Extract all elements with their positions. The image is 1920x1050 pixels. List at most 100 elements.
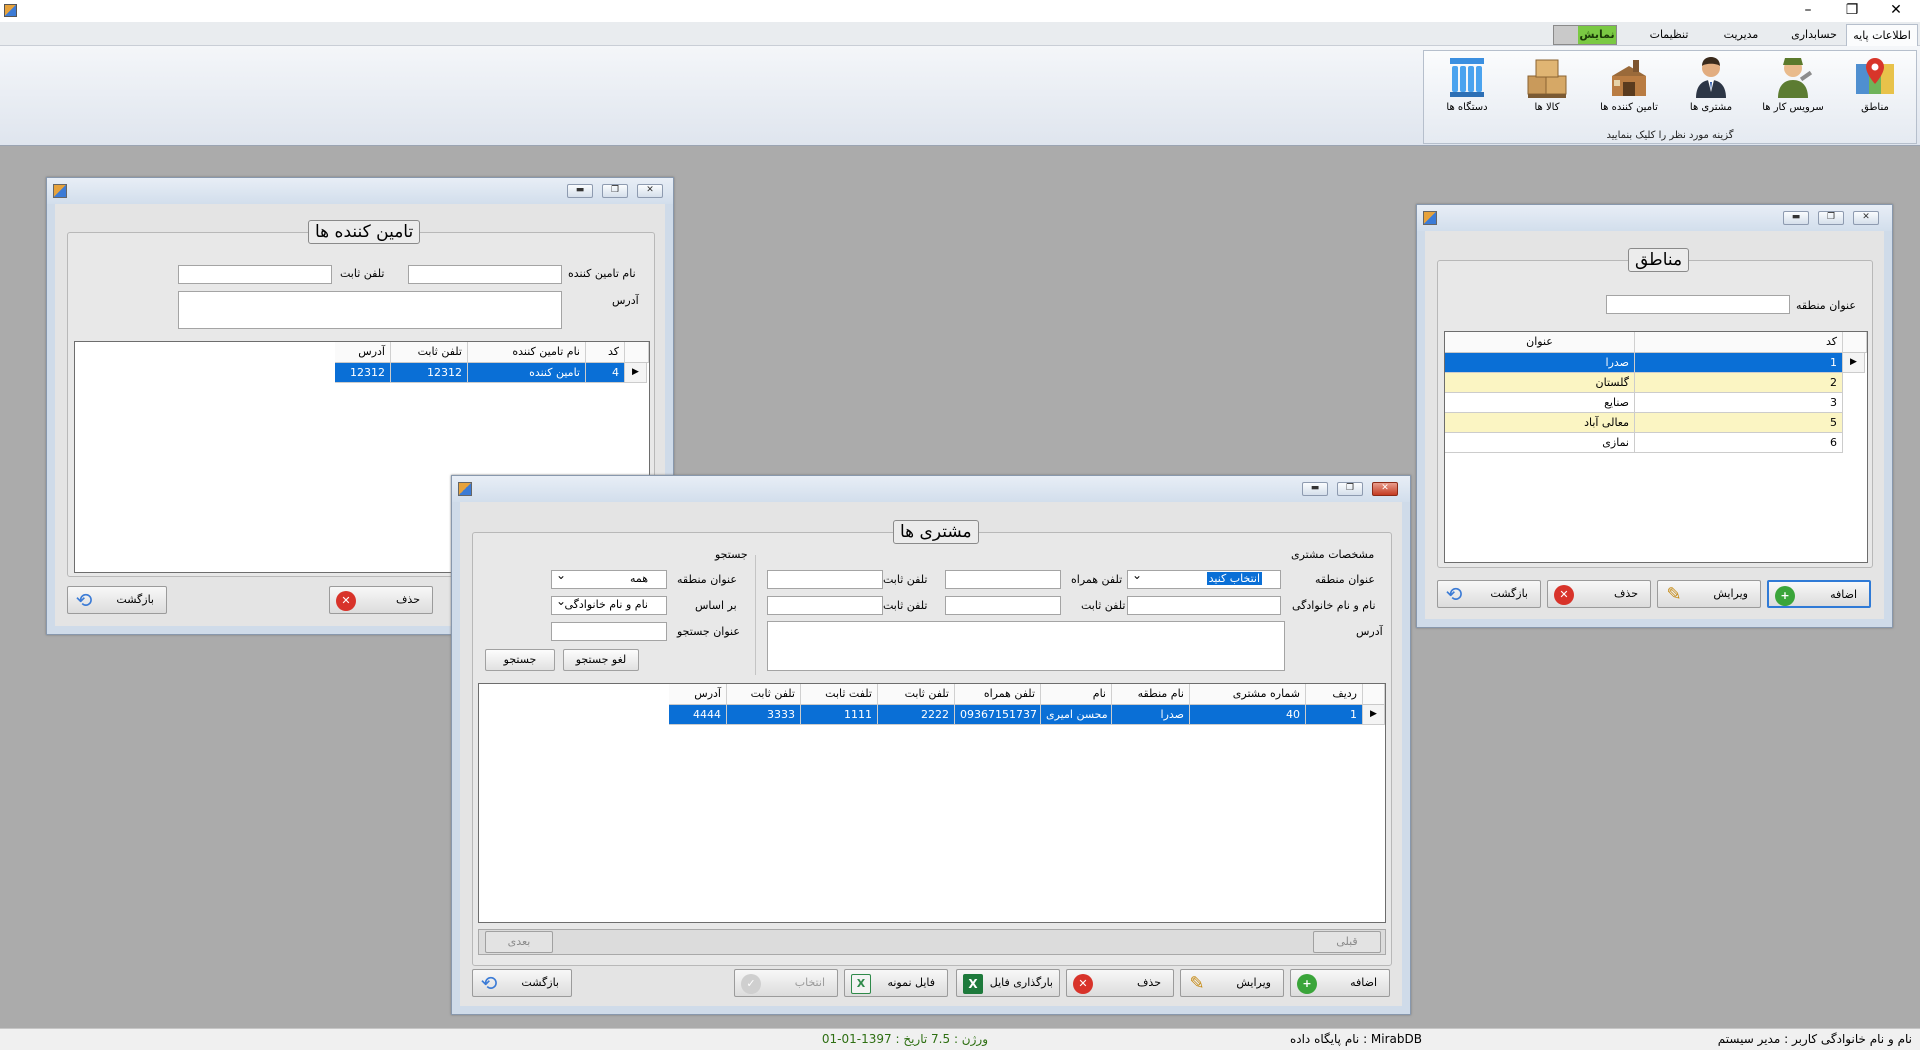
prev-page-button[interactable]: قبلی (1313, 931, 1381, 953)
show-toggle-label: نمایش (1578, 26, 1616, 44)
region-select[interactable]: انتخاب کنید (1127, 568, 1281, 589)
ribbon-button-technicians[interactable]: سرویس کار ها (1758, 52, 1828, 124)
regions-grid[interactable]: کد عنوان ▶ 1 صدرا 2 گلستان 3 صنایع 5 معا… (1444, 331, 1868, 563)
region-title-input[interactable] (1606, 295, 1790, 314)
ribbon-button-regions[interactable]: مناطق (1840, 52, 1910, 124)
phone3-input[interactable] (767, 596, 883, 615)
customer-delete-button[interactable]: ✕ حذف (1066, 969, 1174, 997)
phone1-input[interactable] (767, 570, 883, 589)
region-delete-button[interactable]: ✕ حذف (1547, 580, 1651, 608)
cancel-search-button[interactable]: لغو جستجو (563, 649, 639, 671)
restore-icon[interactable]: ❐ (1337, 482, 1363, 496)
grid-header-empty (625, 342, 649, 363)
row-selector-icon[interactable]: ▶ (1363, 705, 1385, 725)
column-header[interactable]: کد (1635, 332, 1843, 353)
row-selector-icon[interactable]: ▶ (1843, 353, 1865, 373)
close-icon[interactable]: ✕ (1372, 482, 1398, 496)
back-arrow-icon: ⟲ (1445, 582, 1463, 606)
restore-icon[interactable]: ❐ (602, 184, 628, 198)
column-header[interactable]: تلفن ثابت (391, 342, 468, 363)
column-header[interactable]: شماره مشتری (1190, 684, 1306, 705)
table-cell: 4 (586, 363, 625, 383)
table-cell: 2222 (878, 705, 955, 725)
restore-icon[interactable]: ❐ (1830, 0, 1874, 22)
column-header[interactable]: آدرس (335, 342, 391, 363)
column-header[interactable]: کد (586, 342, 625, 363)
suppliers-window-titlebar[interactable]: ▬ ❐ ✕ (47, 178, 673, 204)
table-cell: 12312 (391, 363, 468, 383)
region-back-label: بازگشت (1490, 587, 1528, 600)
customer-add-button[interactable]: + اضافه (1290, 969, 1390, 997)
row-selector-icon[interactable]: ▶ (625, 363, 647, 383)
table-cell: 5 (1635, 413, 1843, 433)
customer-back-button[interactable]: ⟲ بازگشت (472, 969, 572, 997)
fullname-input[interactable] (1127, 596, 1281, 615)
excel-file-icon: X (851, 974, 871, 994)
column-header[interactable]: تلفن همراه (955, 684, 1041, 705)
sample-file-button[interactable]: X فایل نمونه (844, 969, 948, 997)
ribbon-label-suppliers: تامین کننده ها (1600, 102, 1658, 113)
phone2-input[interactable] (945, 596, 1061, 615)
region-back-button[interactable]: ⟲ بازگشت (1437, 580, 1541, 608)
tab-settings[interactable]: تنظیمات (1640, 24, 1698, 46)
select-button[interactable]: ✓ انتخاب (734, 969, 838, 997)
search-term-input[interactable] (551, 622, 667, 641)
close-icon[interactable]: ✕ (637, 184, 663, 198)
search-by-select[interactable]: نام و نام خانوادگی (551, 594, 667, 615)
customers-grid[interactable]: ردیف شماره مشتری نام منطقه نام تلفن همرا… (478, 683, 1386, 923)
column-header[interactable]: نام تامین کننده (468, 342, 586, 363)
tab-service-management[interactable]: مدیریت خدمات (1700, 24, 1782, 63)
column-header[interactable]: تلفت ثابت (801, 684, 878, 705)
search-button[interactable]: جستجو (485, 649, 555, 671)
next-page-button[interactable]: بعدی (485, 931, 553, 953)
tab-accounting[interactable]: حسابداری (1783, 24, 1845, 46)
column-header[interactable]: نام منطقه (1112, 684, 1190, 705)
supplier-address-label: آدرس (612, 294, 639, 307)
customers-window-titlebar[interactable]: ▬ ❐ ✕ (452, 476, 1410, 502)
supplier-phone-label: تلفن ثابت (340, 267, 385, 280)
supplier-phone-input[interactable] (178, 265, 332, 284)
column-header[interactable]: عنوان (1445, 332, 1635, 353)
table-cell: 4444 (669, 705, 727, 725)
sample-file-label: فایل نمونه (887, 976, 935, 989)
supplier-back-button[interactable]: ⟲ بازگشت (67, 586, 167, 614)
minimize-icon[interactable]: – (1786, 0, 1830, 22)
minimize-icon[interactable]: ▬ (1302, 482, 1328, 496)
address-input[interactable] (767, 621, 1285, 671)
column-header[interactable]: تلفن ثابت (727, 684, 801, 705)
table-cell: 3333 (727, 705, 801, 725)
show-toggle[interactable]: نمایش (1553, 25, 1617, 45)
ribbon-button-customers[interactable]: مشتری ها (1676, 52, 1746, 124)
minimize-icon[interactable]: ▬ (1783, 211, 1809, 225)
ribbon-button-suppliers[interactable]: تامین کننده ها (1594, 52, 1664, 124)
checkmark-icon: ✓ (741, 974, 761, 994)
ribbon-button-devices[interactable]: دستگاه ها (1432, 52, 1502, 124)
customer-edit-button[interactable]: ✎ ویرایش (1180, 969, 1284, 997)
close-icon[interactable]: ✕ (1874, 0, 1918, 22)
minimize-icon[interactable]: ▬ (567, 184, 593, 198)
close-icon[interactable]: ✕ (1853, 211, 1879, 225)
mobile-label: تلفن همراه (1071, 573, 1123, 586)
app-icon (4, 4, 17, 17)
column-header[interactable]: ردیف (1306, 684, 1363, 705)
ribbon-button-goods[interactable]: کالا ها (1512, 52, 1582, 124)
region-title-label: عنوان منطقه (1796, 299, 1856, 312)
column-header[interactable]: آدرس (669, 684, 727, 705)
restore-icon[interactable]: ❐ (1818, 211, 1844, 225)
supplier-name-input[interactable] (408, 265, 562, 284)
tab-basic-info[interactable]: اطلاعات پایه (1846, 24, 1918, 46)
mobile-input[interactable] (945, 570, 1061, 589)
delete-icon: ✕ (1073, 974, 1093, 994)
region-edit-button[interactable]: ✎ ویرایش (1657, 580, 1761, 608)
column-header[interactable]: تلفن ثابت (878, 684, 955, 705)
customers-window: ▬ ❐ ✕ مشتری ها مشخصات مشتری عنوان منطقه … (451, 475, 1411, 1015)
region-add-button[interactable]: + اضافه (1767, 580, 1871, 608)
table-cell: نمازی (1445, 433, 1635, 453)
search-region-select[interactable]: همه (551, 568, 667, 589)
supplier-delete-button[interactable]: ✕ حذف (329, 586, 433, 614)
upload-file-button[interactable]: X بارگذاری فایل (956, 969, 1060, 997)
table-cell: 6 (1635, 433, 1843, 453)
regions-window-titlebar[interactable]: ▬ ❐ ✕ (1417, 205, 1892, 231)
column-header[interactable]: نام (1041, 684, 1112, 705)
supplier-address-input[interactable] (178, 291, 562, 329)
